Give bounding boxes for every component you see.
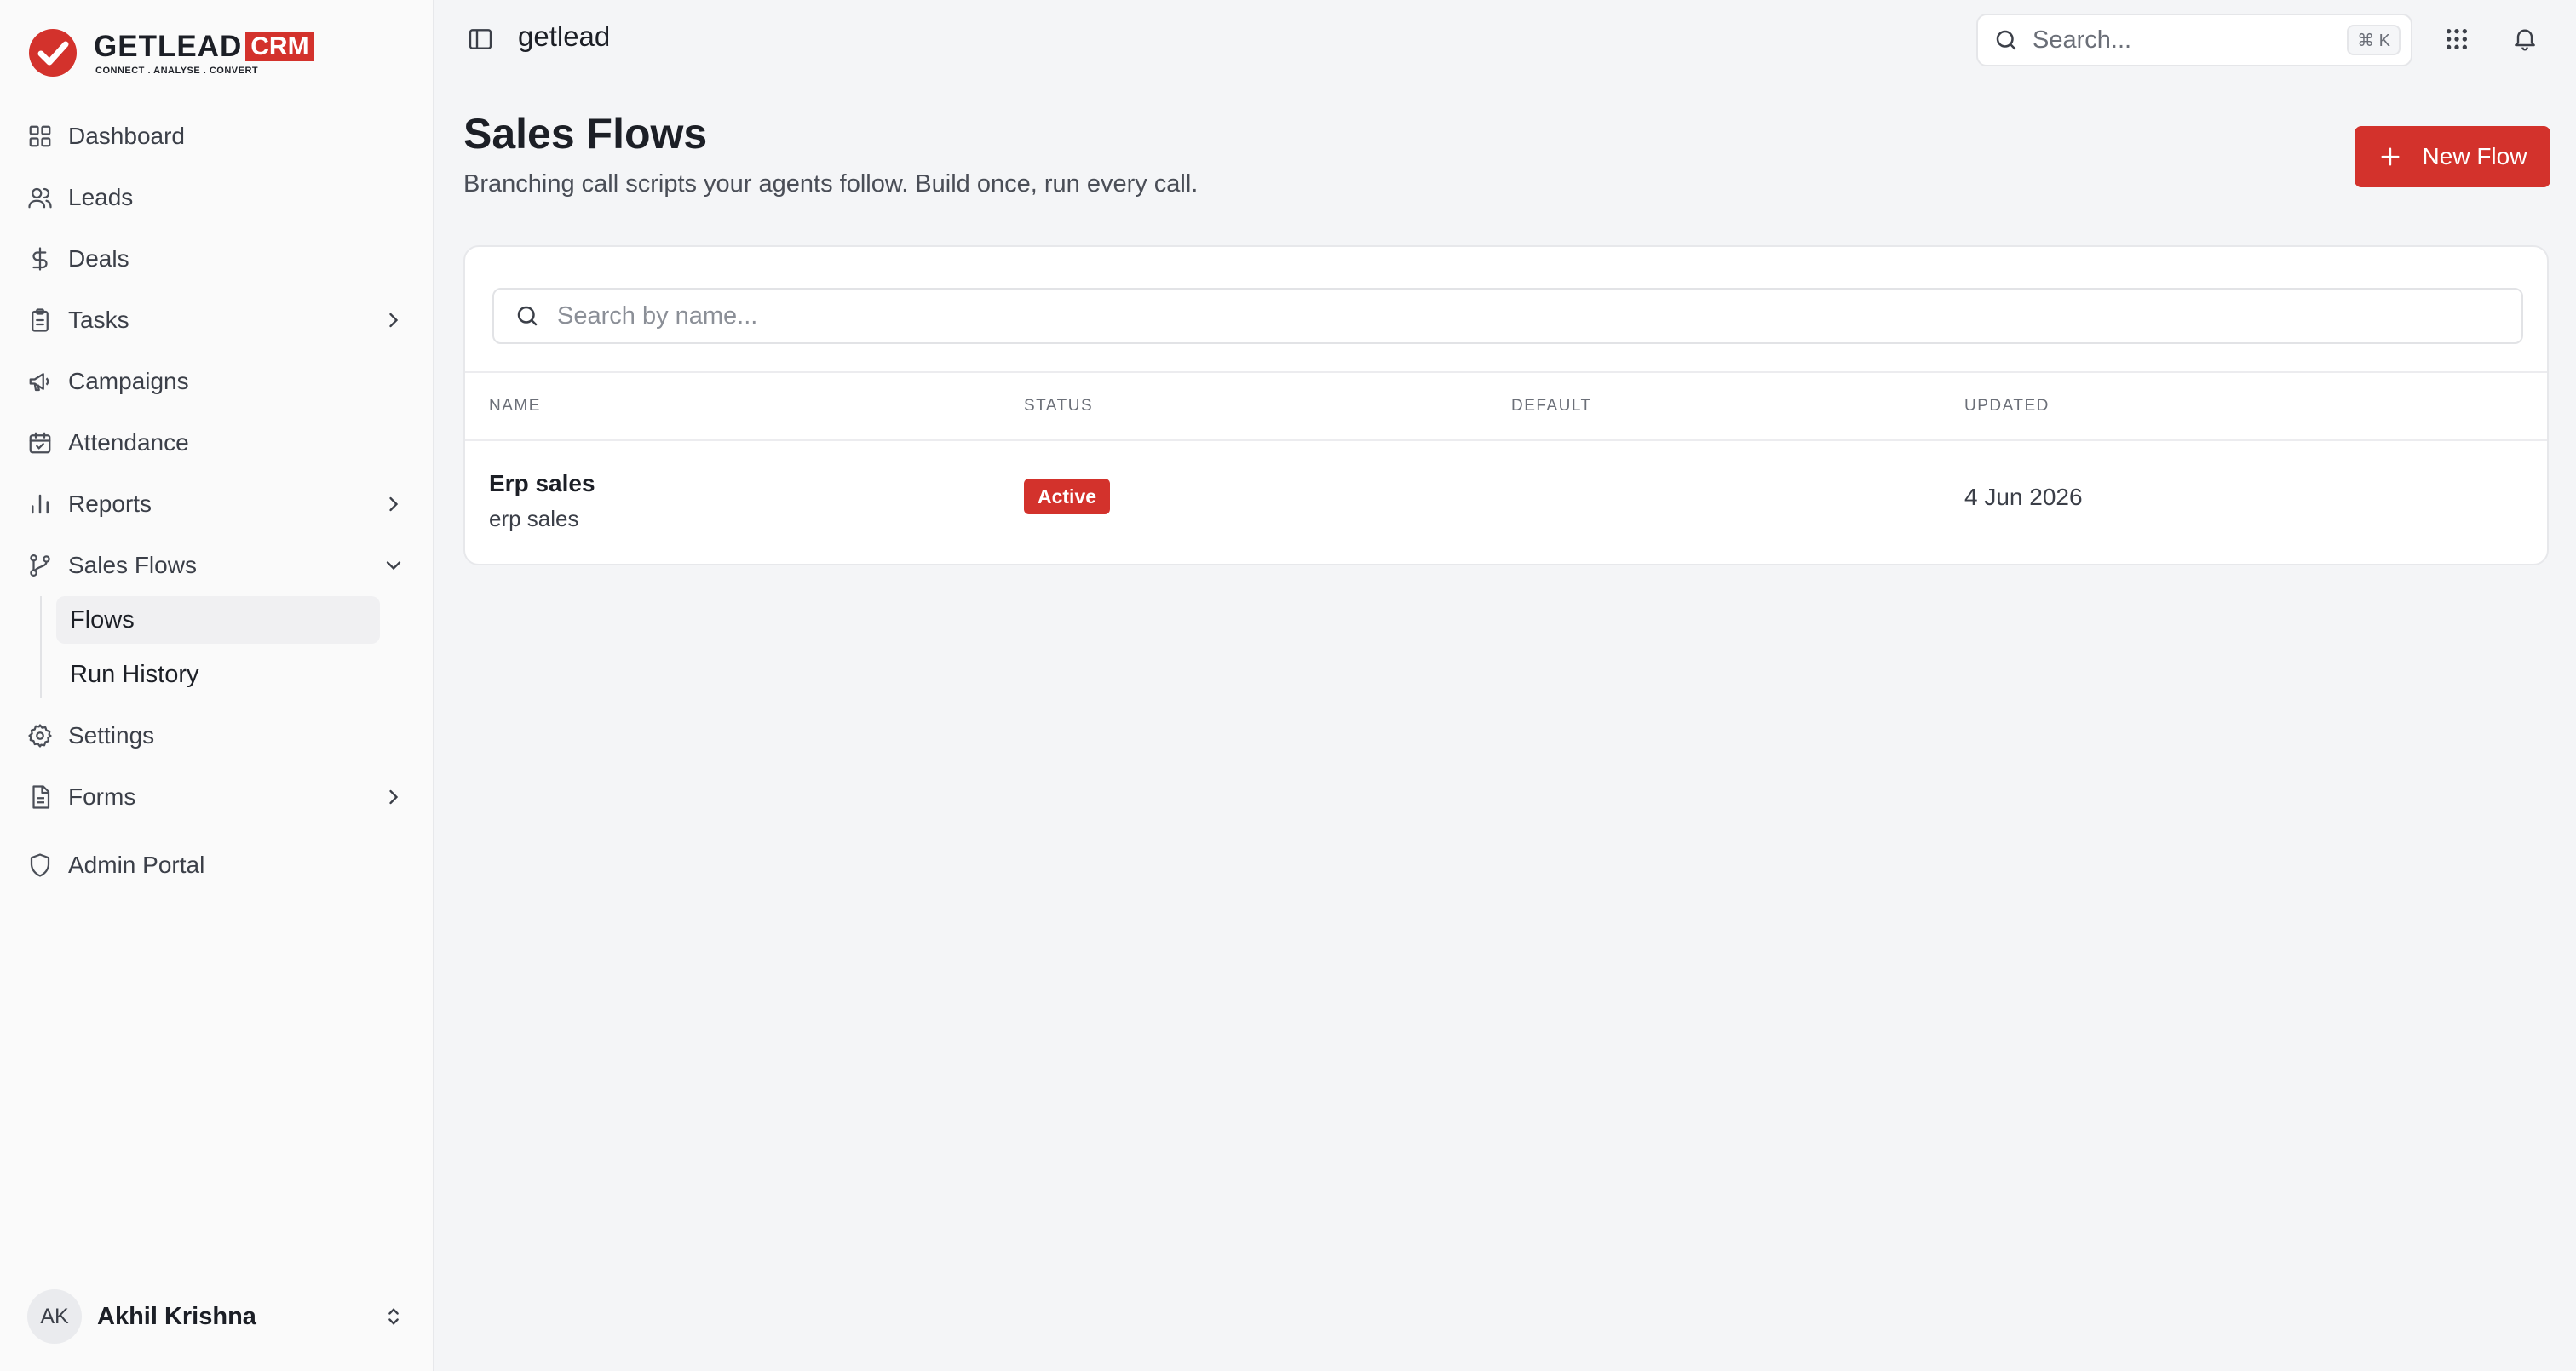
sidebar-subitem-flows[interactable]: Flows — [56, 596, 380, 644]
sidebar-item-leads[interactable]: Leads — [27, 174, 407, 221]
git-branch-icon — [30, 554, 50, 577]
sidebar-item-deals[interactable]: Deals — [27, 235, 407, 283]
sidebar-item-label: Sales Flows — [68, 552, 197, 578]
sidebar-item-label: Attendance — [68, 429, 189, 456]
column-header-status[interactable]: STATUS — [1024, 397, 1093, 416]
dollar-icon — [32, 247, 48, 271]
calendar-check-icon — [29, 432, 51, 454]
plus-icon — [2381, 147, 2400, 166]
sidebar-item-label: Settings — [68, 722, 155, 749]
shield-icon — [30, 853, 50, 877]
avatar: AK — [27, 1289, 82, 1344]
sidebar-item-attendance[interactable]: Attendance — [27, 419, 407, 467]
global-search-placeholder: Search... — [2033, 26, 2132, 54]
chevron-right-icon — [389, 789, 399, 805]
page-title: Sales Flows — [463, 110, 708, 158]
flow-description: erp sales — [489, 506, 579, 531]
sidebar-item-sales-flows[interactable]: Sales Flows — [27, 542, 407, 589]
new-flow-button[interactable]: New Flow — [2355, 126, 2550, 187]
sidebar-toggle-icon[interactable] — [467, 26, 494, 53]
apps-grid-icon[interactable] — [2443, 26, 2470, 53]
sidebar-subitem-label: Run History — [70, 660, 199, 688]
checkmark-logo-icon — [29, 29, 77, 77]
keyboard-shortcut-badge: ⌘ K — [2347, 25, 2401, 55]
search-icon — [1996, 30, 2016, 50]
sidebar: GETLEAD CRM CONNECT . ANALYSE . CONVERT … — [0, 0, 434, 1371]
workspace-title: getlead — [518, 20, 611, 52]
sidebar-item-dashboard[interactable]: Dashboard — [27, 112, 407, 160]
sidebar-item-reports[interactable]: Reports — [27, 480, 407, 528]
global-search[interactable]: Search... ⌘ K — [1976, 14, 2412, 66]
sidebar-item-campaigns[interactable]: Campaigns — [27, 358, 407, 405]
sidebar-subitem-run-history[interactable]: Run History — [56, 651, 380, 698]
flow-search-input[interactable] — [557, 301, 2521, 330]
sidebar-item-settings[interactable]: Settings — [27, 712, 407, 760]
dashboard-grid-icon — [29, 125, 51, 147]
brand-tagline: CONNECT . ANALYSE . CONVERT — [95, 65, 259, 76]
table-header: NAME STATUS DEFAULT UPDATED — [465, 371, 2547, 441]
column-header-default[interactable]: DEFAULT — [1511, 397, 1592, 416]
bar-chart-icon — [32, 494, 49, 514]
chevron-right-icon — [389, 313, 399, 328]
flows-card: NAME STATUS DEFAULT UPDATED Erp sales er… — [463, 245, 2549, 565]
status-badge: Active — [1024, 479, 1111, 514]
chevrons-up-down-icon — [388, 1308, 399, 1325]
sidebar-item-label: Campaigns — [68, 368, 189, 394]
sidebar-item-label: Tasks — [68, 307, 129, 333]
sidebar-item-label: Forms — [68, 783, 136, 810]
sidebar-item-forms[interactable]: Forms — [27, 773, 407, 821]
clipboard-icon — [32, 308, 49, 332]
brand-word: GETLEAD — [94, 29, 243, 63]
megaphone-icon — [29, 373, 49, 392]
flow-updated: 4 Jun 2026 — [1964, 484, 2083, 510]
users-icon — [28, 187, 52, 209]
document-icon — [32, 785, 50, 809]
brand-text: GETLEAD CRM CONNECT . ANALYSE . CONVERT — [94, 29, 314, 76]
search-icon — [517, 306, 538, 326]
sidebar-item-label: Leads — [68, 184, 134, 210]
column-header-updated[interactable]: UPDATED — [1964, 397, 2050, 416]
flow-search[interactable] — [492, 288, 2523, 344]
sidebar-item-label: Admin Portal — [68, 852, 205, 878]
sidebar-item-label: Deals — [68, 245, 129, 272]
sidebar-item-admin-portal[interactable]: Admin Portal — [27, 841, 407, 889]
sidebar-item-label: Reports — [68, 490, 152, 517]
bell-icon[interactable] — [2511, 24, 2539, 53]
new-flow-label: New Flow — [2422, 143, 2527, 169]
user-menu[interactable]: AK Akhil Krishna — [27, 1289, 407, 1344]
page-subtitle: Branching call scripts your agents follo… — [463, 170, 1199, 198]
sidebar-subitem-label: Flows — [70, 605, 135, 634]
user-name: Akhil Krishna — [97, 1302, 256, 1330]
brand-suffix: CRM — [245, 32, 314, 61]
chevron-right-icon — [389, 496, 399, 512]
submenu-divider — [40, 596, 42, 698]
chevron-down-icon — [386, 561, 401, 571]
flow-name[interactable]: Erp sales — [489, 470, 595, 497]
sidebar-item-tasks[interactable]: Tasks — [27, 296, 407, 344]
sidebar-item-label: Dashboard — [68, 123, 185, 149]
brand-logo[interactable]: GETLEAD CRM CONNECT . ANALYSE . CONVERT — [27, 27, 314, 78]
column-header-name[interactable]: NAME — [489, 397, 541, 416]
table-row[interactable]: Erp sales erp sales Active 4 Jun 2026 — [465, 441, 2547, 564]
gear-icon — [28, 724, 52, 748]
